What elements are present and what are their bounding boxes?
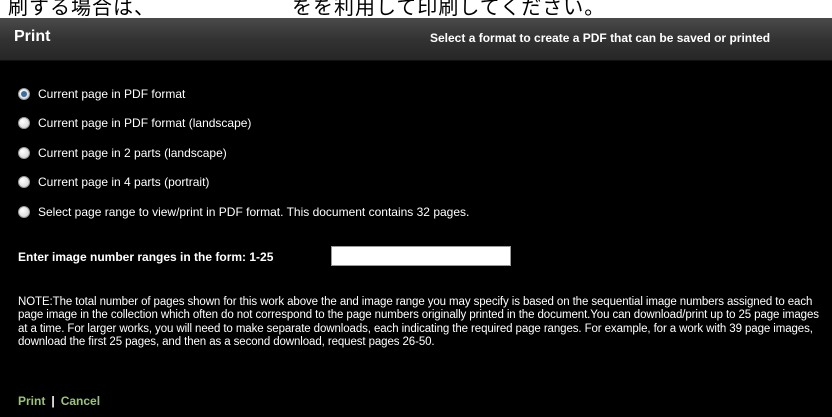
option-label: Current page in 4 parts (portrait) xyxy=(38,175,210,189)
footer-separator: | xyxy=(51,394,55,408)
dialog-description: Select a format to create a PDF that can… xyxy=(430,31,771,45)
option-4-parts[interactable]: Current page in 4 parts (portrait) xyxy=(18,174,209,190)
radio-button[interactable] xyxy=(18,147,30,159)
option-label: Current page in PDF format xyxy=(38,87,186,101)
top-page-text-strip: 刷する場合は、 をを利用して印刷してください。 xyxy=(0,0,832,18)
dialog-title: Print xyxy=(14,28,51,45)
page-header-fragment: 刷する場合は、 をを利用して印刷してください。 xyxy=(8,0,606,18)
radio-button[interactable] xyxy=(18,206,30,218)
option-page-range[interactable]: Select page range to view/print in PDF f… xyxy=(18,204,469,220)
option-label: Select page range to view/print in PDF f… xyxy=(38,205,470,219)
option-current-page-pdf[interactable]: Current page in PDF format xyxy=(18,86,185,102)
option-label: Current page in PDF format (landscape) xyxy=(38,116,252,130)
option-label: Current page in 2 parts (landscape) xyxy=(38,146,227,160)
option-current-page-landscape[interactable]: Current page in PDF format (landscape) xyxy=(18,115,251,131)
page-range-input[interactable] xyxy=(331,246,511,266)
dialog-footer: Print | Cancel xyxy=(18,394,100,408)
print-dialog-header: Print Select a format to create a PDF th… xyxy=(0,18,832,61)
note-text: NOTE:The total number of pages shown for… xyxy=(18,296,819,349)
cancel-link[interactable]: Cancel xyxy=(61,394,100,408)
radio-button[interactable] xyxy=(18,176,30,188)
option-2-parts[interactable]: Current page in 2 parts (landscape) xyxy=(18,145,227,161)
radio-button[interactable] xyxy=(18,117,30,129)
range-label: Enter image number ranges in the form: 1… xyxy=(18,250,274,264)
print-link[interactable]: Print xyxy=(18,394,45,408)
radio-button-checked[interactable] xyxy=(18,88,30,100)
